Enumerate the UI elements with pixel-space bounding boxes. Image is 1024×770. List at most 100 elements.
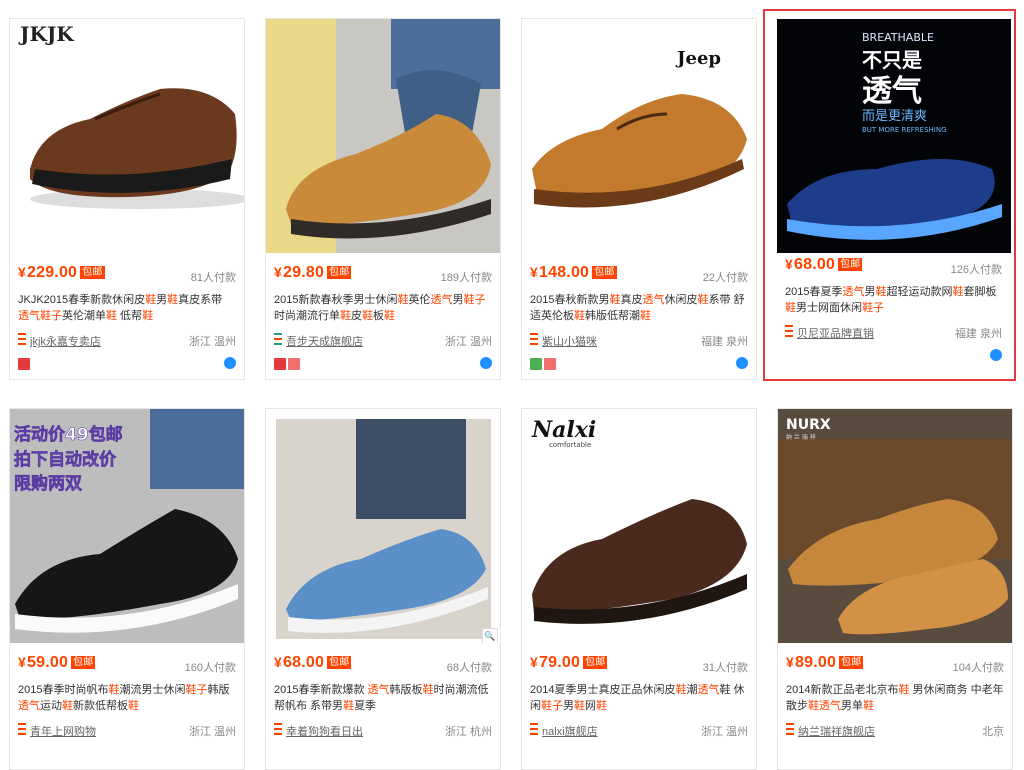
- product-title[interactable]: 2014新款正品老北京布鞋 男休闲商务 中老年散步鞋透气男单鞋: [786, 682, 1004, 714]
- product-card[interactable]: JKJK ¥229.00 包邮 81人付款 JKJK2015春季新款休闲皮鞋男鞋真…: [9, 18, 245, 380]
- shop-icon: [786, 723, 794, 735]
- product-image[interactable]: 🔍: [266, 409, 500, 643]
- brand-logo: JKJK: [18, 22, 74, 46]
- shop-line: 青年上网购物 浙江 温州: [18, 723, 236, 739]
- wangwang-chat-icon[interactable]: [736, 357, 748, 369]
- shop-icon: [530, 333, 538, 345]
- product-title[interactable]: 2015春季新款爆款 透气韩版板鞋时尚潮流低帮帆布 系带男鞋夏季: [274, 682, 492, 714]
- keyword-highlight: 鞋: [697, 294, 709, 306]
- title-text: 男: [563, 700, 574, 712]
- tmall-icon[interactable]: [18, 358, 30, 370]
- product-card[interactable]: NURX 纳 兰 瑞 祥 ¥89.00 包邮 104人付款 2014新款正品老北京…: [777, 408, 1013, 770]
- product-card[interactable]: Nalxi comfortable ¥79.00 包邮 31人付款 2014夏季男…: [521, 408, 757, 770]
- keyword-highlight: 透气: [697, 684, 720, 696]
- title-text: 真皮系带: [178, 294, 223, 306]
- product-image[interactable]: Nalxi comfortable: [522, 409, 756, 643]
- tmall-icon[interactable]: [274, 358, 286, 370]
- keyword-highlight: 鞋子: [463, 294, 486, 306]
- product-card[interactable]: 活动价49包邮 拍下自动改价 限购两双 ¥59.00 包邮 160人付款 2015…: [9, 408, 245, 770]
- title-text: 2015春秋新款男: [530, 294, 610, 306]
- location: 福建 泉州: [954, 328, 1002, 340]
- guarantee-icon[interactable]: [544, 358, 556, 370]
- product-photo-perforated-leather-shoe: Nalxi comfortable: [522, 409, 756, 643]
- shop-icon: [274, 333, 282, 345]
- currency-symbol: ¥: [530, 264, 538, 280]
- product-title[interactable]: 2015春季时尚帆布鞋潮流男士休闲鞋子韩版透气运动鞋新款低帮板鞋: [18, 682, 236, 714]
- product-image[interactable]: JKJK: [10, 19, 244, 253]
- shop-line: 紫山小猫咪 福建 泉州: [530, 333, 748, 349]
- product-image[interactable]: Jeep: [522, 19, 756, 253]
- title-text: 潮: [686, 684, 698, 696]
- shop-name-link[interactable]: 幸着狗狗看日出: [286, 726, 363, 738]
- seven-day-return-icon[interactable]: [530, 358, 542, 370]
- shop-name-link[interactable]: jkjk永嘉专卖店: [30, 336, 101, 348]
- free-shipping-badge: 包邮: [71, 656, 96, 669]
- product-card[interactable]: 🔍 ¥68.00 包邮 68人付款 2015春季新款爆款 透气韩版板鞋时尚潮流低帮…: [265, 408, 501, 770]
- guarantee-icon[interactable]: [288, 358, 300, 370]
- wangwang-chat-icon[interactable]: [224, 357, 236, 369]
- shop-name-link[interactable]: 纳兰瑞祥旗舰店: [798, 726, 875, 738]
- keyword-highlight: 鞋: [898, 684, 910, 696]
- title-text: 男单: [841, 700, 863, 712]
- keyword-highlight: 鞋: [574, 700, 585, 712]
- shop-line: nalxi旗舰店 浙江 温州: [530, 723, 748, 739]
- price-value: 148.00: [539, 264, 590, 281]
- title-text: 皮: [351, 310, 362, 322]
- keyword-highlight: 鞋: [145, 294, 157, 306]
- title-text: 超轻运动款网: [886, 286, 953, 298]
- product-card[interactable]: ¥29.80 包邮 189人付款 2015新款春秋季男士休闲鞋英伦透气男鞋子时尚潮…: [265, 18, 501, 380]
- price: ¥29.80 包邮: [274, 264, 352, 282]
- keyword-highlight: 鞋: [863, 700, 874, 712]
- shop-icon: [785, 325, 793, 337]
- keyword-highlight: 鞋: [952, 286, 964, 298]
- product-image[interactable]: NURX 纳 兰 瑞 祥: [778, 409, 1012, 643]
- product-grid: JKJK ¥229.00 包邮 81人付款 JKJK2015春季新款休闲皮鞋男鞋真…: [0, 0, 1024, 770]
- currency-symbol: ¥: [274, 264, 282, 280]
- service-badges: [18, 357, 32, 375]
- shop-name-link[interactable]: 贝尼亚品牌直销: [797, 328, 874, 340]
- wangwang-chat-icon[interactable]: [990, 349, 1002, 361]
- product-card-selected[interactable]: BREATHABLE 不只是 透气 而是更清爽 BUT MORE REFRESH…: [763, 9, 1016, 381]
- title-text: 低帮: [117, 310, 143, 322]
- title-text: 2014夏季男士真皮正品休闲皮: [530, 684, 676, 696]
- keyword-highlight: 鞋: [609, 294, 621, 306]
- keyword-highlight: 透气: [642, 294, 665, 306]
- title-text: JKJK2015春季新款休闲皮: [18, 294, 146, 306]
- shop-name-link[interactable]: 青年上网购物: [30, 726, 96, 738]
- title-text: 真皮: [620, 294, 643, 306]
- shop-line: jkjk永嘉专卖店 浙江 温州: [18, 333, 236, 349]
- title-text: 网: [585, 700, 596, 712]
- keyword-highlight: 鞋: [340, 310, 351, 322]
- brand-logo: Jeep: [675, 48, 721, 69]
- product-title[interactable]: 2014夏季男士真皮正品休闲皮鞋潮透气鞋 休闲鞋子男鞋网鞋: [530, 682, 748, 714]
- product-card[interactable]: Jeep ¥148.00 包邮 22人付款 2015春秋新款男鞋真皮透气休闲皮鞋系…: [521, 18, 757, 380]
- currency-symbol: ¥: [18, 654, 26, 670]
- zoom-icon[interactable]: 🔍: [482, 628, 498, 643]
- wangwang-chat-icon[interactable]: [480, 357, 492, 369]
- shop-name-link[interactable]: 紫山小猫咪: [542, 336, 597, 348]
- keyword-highlight: 鞋: [142, 310, 154, 322]
- location: 浙江 杭州: [444, 726, 492, 738]
- product-title[interactable]: 2015新款春秋季男士休闲鞋英伦透气男鞋子时尚潮流行单鞋皮鞋板鞋: [274, 292, 492, 324]
- keyword-highlight: 透气: [819, 700, 841, 712]
- product-title[interactable]: 2015春秋新款男鞋真皮透气休闲皮鞋系带 舒适英伦板鞋韩版低帮潮鞋: [530, 292, 748, 324]
- keyword-highlight: 鞋子: [185, 684, 208, 696]
- title-text: 休闲皮: [664, 294, 698, 306]
- free-shipping-badge: 包邮: [327, 266, 352, 279]
- title-text: 2015春季时尚帆布: [18, 684, 109, 696]
- product-title[interactable]: 2015春夏季透气男鞋超轻运动款网鞋套脚板鞋男士网面休闲鞋子: [785, 284, 1002, 316]
- shop-name-link[interactable]: nalxi旗舰店: [542, 726, 598, 738]
- keyword-highlight: 鞋: [384, 310, 395, 322]
- sales-count: 189人付款: [440, 272, 492, 284]
- product-image[interactable]: 活动价49包邮 拍下自动改价 限购两双: [10, 409, 244, 643]
- brand-logo: NURX: [786, 417, 831, 433]
- price: ¥59.00 包邮: [18, 654, 96, 672]
- location: 北京: [982, 726, 1004, 738]
- shop-line: 贝尼亚品牌直销 福建 泉州: [785, 325, 1002, 341]
- product-image[interactable]: [266, 19, 500, 253]
- price: ¥79.00 包邮: [530, 654, 608, 672]
- product-title[interactable]: JKJK2015春季新款休闲皮鞋男鞋真皮系带 透气鞋子英伦潮单鞋 低帮鞋: [18, 292, 236, 324]
- title-text: 新款低帮板: [73, 700, 128, 712]
- shop-name-link[interactable]: 吾步天成旗舰店: [286, 336, 363, 348]
- keyword-highlight: 鞋: [167, 294, 179, 306]
